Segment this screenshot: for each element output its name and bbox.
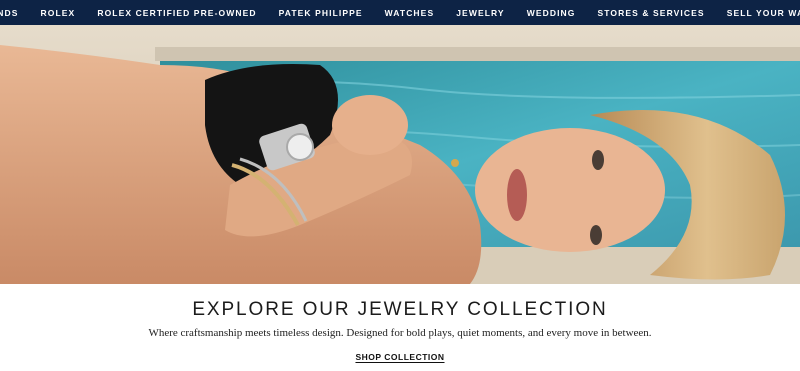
- jewelry-promo-section: EXPLORE OUR JEWELRY COLLECTION Where cra…: [0, 284, 800, 371]
- nav-item-patek-philippe[interactable]: PATEK PHILIPPE: [279, 8, 363, 18]
- main-navigation: BRANDS ROLEX ROLEX CERTIFIED PRE-OWNED P…: [0, 0, 800, 25]
- nav-item-brands[interactable]: BRANDS: [0, 8, 19, 18]
- shop-collection-link[interactable]: SHOP COLLECTION: [355, 352, 444, 362]
- nav-item-jewelry[interactable]: JEWELRY: [456, 8, 504, 18]
- promo-heading: EXPLORE OUR JEWELRY COLLECTION: [192, 299, 608, 320]
- promo-subtext: Where craftsmanship meets timeless desig…: [148, 327, 652, 339]
- nav-item-rolex[interactable]: ROLEX: [41, 8, 76, 18]
- hero-banner-image[interactable]: [0, 25, 800, 284]
- nav-item-stores-services[interactable]: STORES & SERVICES: [597, 8, 704, 18]
- nav-item-rolex-certified-pre-owned[interactable]: ROLEX CERTIFIED PRE-OWNED: [97, 8, 256, 18]
- hero-photo-woman-by-pool: [0, 25, 800, 284]
- nav-item-watches[interactable]: WATCHES: [385, 8, 435, 18]
- nav-item-sell-your-watch[interactable]: SELL YOUR WATCH: [727, 8, 800, 18]
- shop-collection-container: SHOP COLLECTION: [0, 352, 800, 362]
- nav-item-wedding[interactable]: WEDDING: [527, 8, 576, 18]
